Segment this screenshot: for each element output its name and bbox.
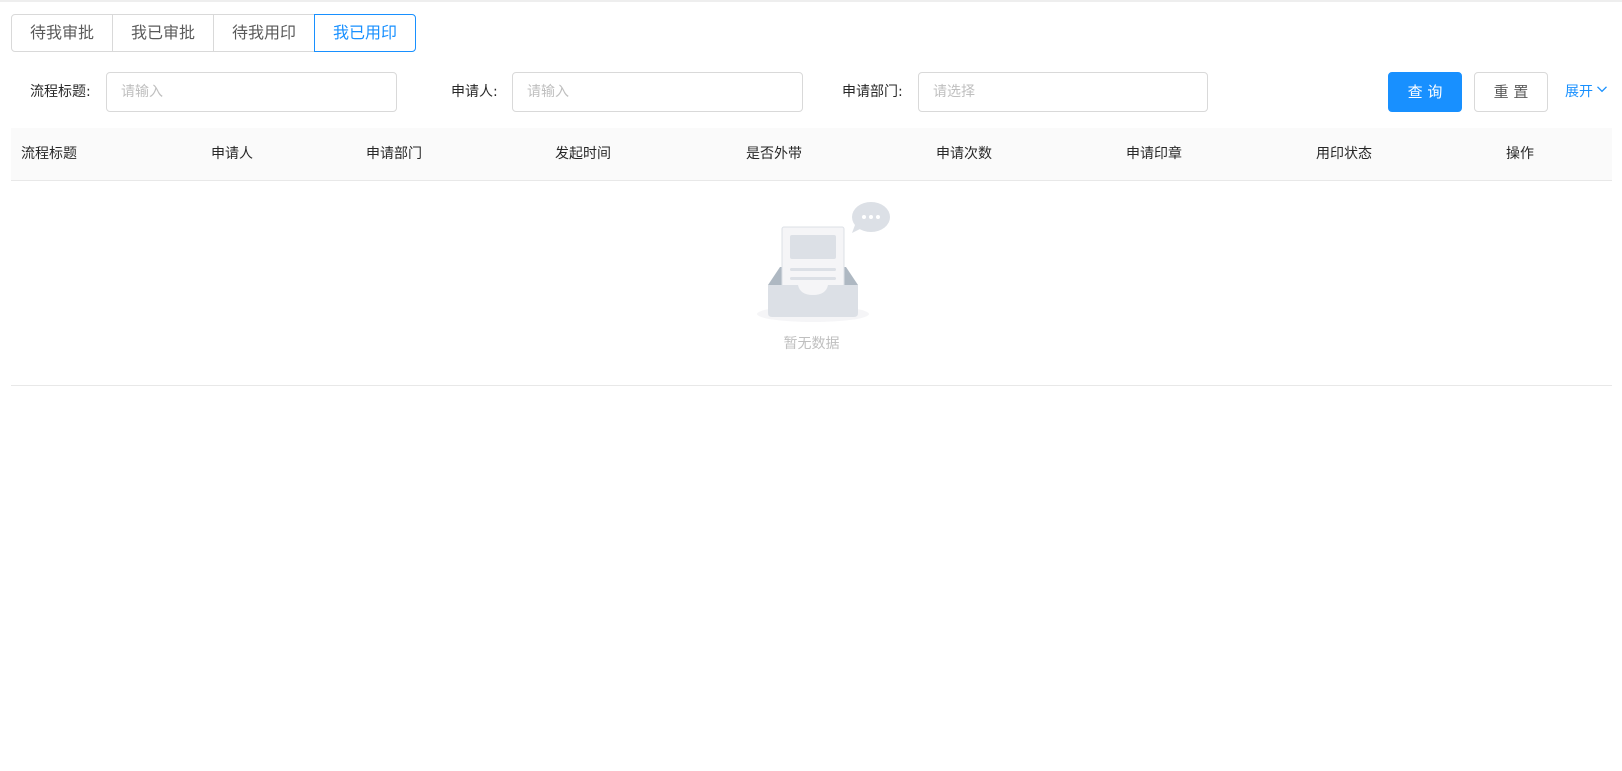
column-header-apply-count: 申请次数: [936, 146, 992, 162]
applicant-input[interactable]: [512, 72, 803, 112]
search-form: 流程标题: 申请人: 申请部门: 查 询 重 置 展开: [0, 72, 1622, 112]
empty-text: 暂无数据: [783, 336, 840, 352]
top-divider: [0, 0, 1622, 2]
process-title-label: 流程标题:: [30, 84, 91, 100]
column-header-department: 申请部门: [366, 146, 422, 162]
department-select[interactable]: [918, 72, 1208, 112]
query-button[interactable]: 查 询: [1388, 72, 1462, 112]
expand-label: 展开: [1565, 84, 1593, 100]
records-table: 流程标题 申请人 申请部门 发起时间 是否外带 申请次数 申请印章 用印状态 操…: [11, 128, 1612, 386]
tab-approved[interactable]: 我已审批: [113, 14, 215, 52]
table-empty-body: 暂无数据: [11, 181, 1612, 386]
tab-pending-approval[interactable]: 待我审批: [11, 14, 114, 52]
tab-sealed[interactable]: 我已用印: [314, 14, 417, 52]
tab-pending-seal[interactable]: 待我用印: [214, 14, 316, 52]
column-header-start-time: 发起时间: [555, 146, 611, 162]
applicant-label: 申请人:: [451, 84, 498, 100]
column-header-applicant: 申请人: [211, 146, 253, 162]
department-label: 申请部门:: [842, 84, 903, 100]
column-header-seal-status: 用印状态: [1316, 146, 1372, 162]
process-title-input[interactable]: [106, 72, 397, 112]
tab-bar: 待我审批 我已审批 待我用印 我已用印: [11, 14, 417, 52]
chevron-down-icon: [1596, 71, 1608, 111]
column-header-seal: 申请印章: [1126, 146, 1182, 162]
reset-button[interactable]: 重 置: [1474, 72, 1548, 112]
column-header-taken-out: 是否外带: [746, 146, 802, 162]
empty-inbox-icon: [757, 202, 890, 322]
column-header-process-title: 流程标题: [21, 146, 77, 162]
column-header-actions: 操作: [1506, 146, 1534, 162]
expand-link[interactable]: 展开: [1565, 72, 1608, 112]
table-header: 流程标题 申请人 申请部门 发起时间 是否外带 申请次数 申请印章 用印状态 操…: [11, 128, 1612, 181]
